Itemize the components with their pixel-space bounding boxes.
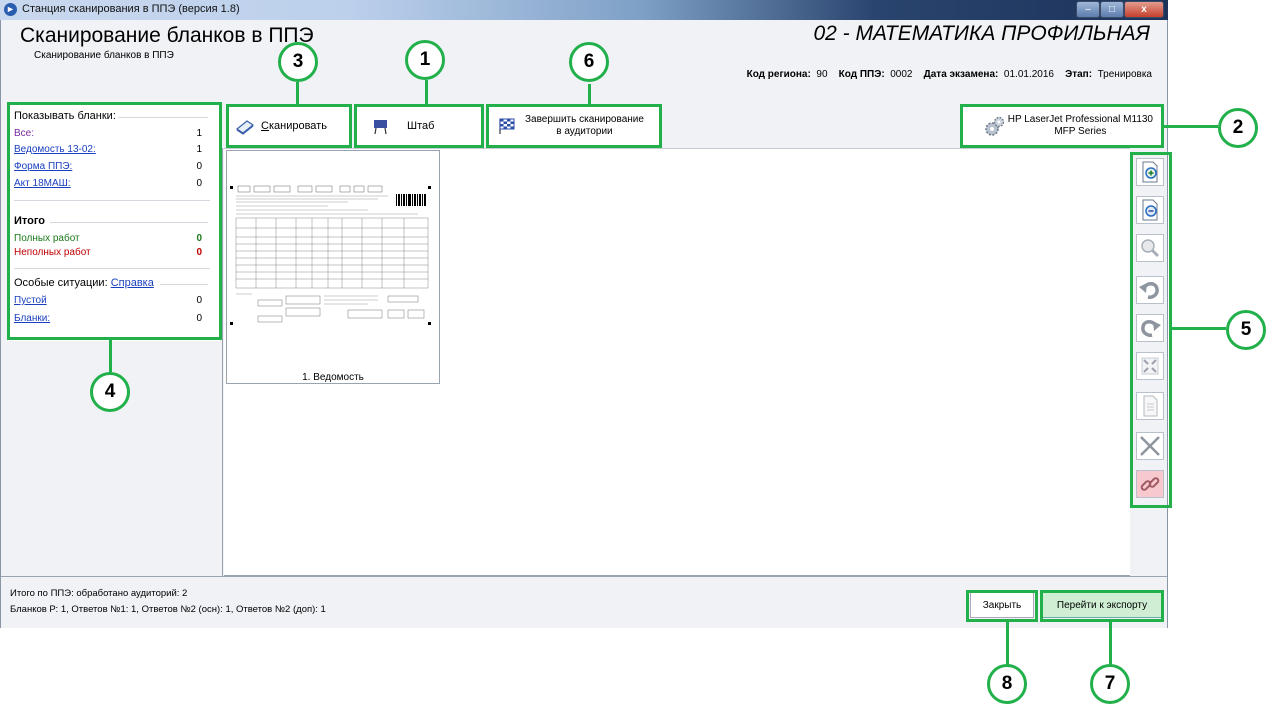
annotation-line-7 xyxy=(1109,622,1112,666)
close-window-button[interactable]: x xyxy=(1124,1,1164,18)
stage-label: Этап: xyxy=(1065,69,1093,80)
subject-title: 02 - МАТЕМАТИКА ПРОФИЛЬНАЯ xyxy=(813,22,1150,45)
annotation-line-8 xyxy=(1006,622,1009,666)
annotation-box-6 xyxy=(486,104,662,148)
page-title: Сканирование бланков в ППЭ xyxy=(20,24,314,47)
annotation-box-3 xyxy=(226,104,352,148)
region-value: 90 xyxy=(816,69,828,80)
status-summary: Итого по ППЭ: обработано аудиторий: 2 xyxy=(10,588,188,599)
annotation-box-4 xyxy=(7,102,222,340)
annotation-box-2 xyxy=(960,104,1164,148)
annotation-box-8 xyxy=(966,590,1038,622)
status-counts: Бланков Р: 1, Ответов №1: 1, Ответов №2 … xyxy=(10,604,326,615)
callout-5: 5 xyxy=(1226,310,1266,350)
window-title: Станция сканирования в ППЭ (версия 1.8) xyxy=(22,3,240,15)
annotation-line-5 xyxy=(1172,327,1226,330)
region-label: Код региона: xyxy=(746,69,811,80)
ppe-value: 0002 xyxy=(890,69,913,80)
annotation-line-4 xyxy=(109,340,112,374)
maximize-button[interactable]: □ xyxy=(1100,1,1124,18)
date-label: Дата экзамена: xyxy=(923,69,999,80)
callout-7: 7 xyxy=(1090,664,1130,704)
exam-meta: Код региона: 90 Код ППЭ: 0002 Дата экзам… xyxy=(680,69,1152,80)
annotation-line-6 xyxy=(588,84,591,104)
app-icon: ► xyxy=(4,3,17,16)
callout-8: 8 xyxy=(987,664,1027,704)
callout-1: 1 xyxy=(405,40,445,80)
callout-6: 6 xyxy=(569,42,609,82)
minimize-button[interactable]: – xyxy=(1076,1,1100,18)
document-preview-image xyxy=(228,182,436,338)
ppe-label: Код ППЭ: xyxy=(838,69,885,80)
stage-value: Тренировка xyxy=(1097,69,1152,80)
callout-3: 3 xyxy=(278,42,318,82)
annotation-line-2 xyxy=(1164,125,1218,128)
callout-2: 2 xyxy=(1218,108,1258,148)
annotation-line-3 xyxy=(296,82,299,104)
annotation-line-1 xyxy=(425,80,428,104)
thumbnail-caption: 1. Ведомость xyxy=(302,372,364,383)
annotation-box-7 xyxy=(1040,590,1164,622)
annotation-box-5 xyxy=(1130,152,1172,508)
annotation-box-1 xyxy=(354,104,484,148)
callout-4: 4 xyxy=(90,372,130,412)
date-value: 01.01.2016 xyxy=(1003,69,1054,80)
page-subtitle: Сканирование бланков в ППЭ xyxy=(34,50,174,61)
